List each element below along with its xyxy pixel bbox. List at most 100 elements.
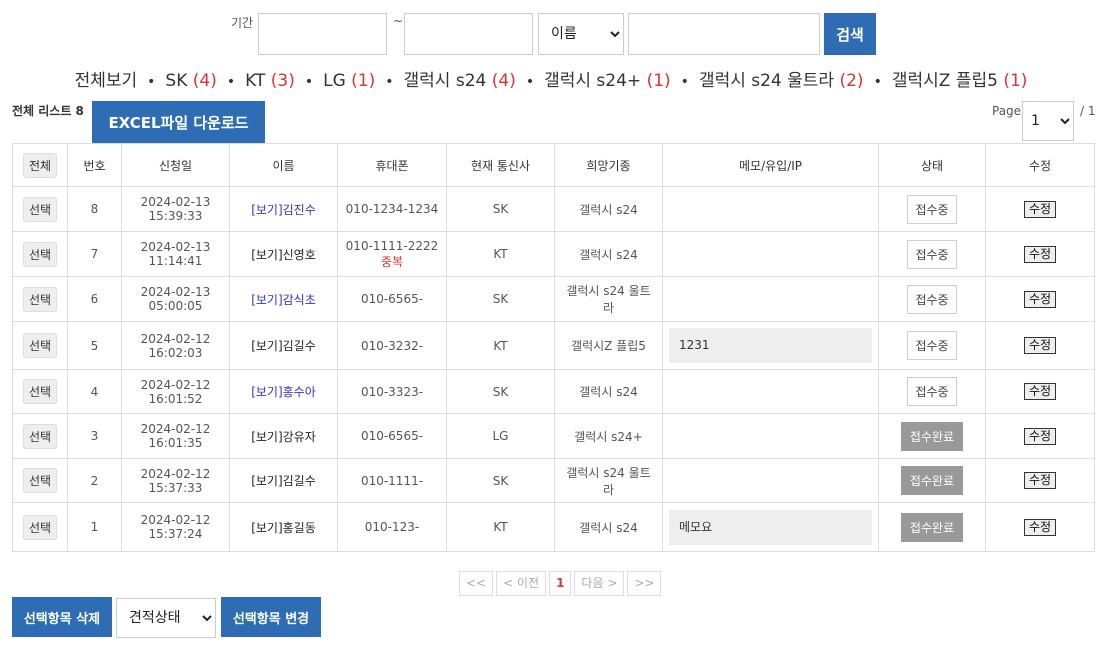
last-page-button[interactable]: >> (627, 571, 662, 596)
model-cell: 갤럭시 s24 울트라 (554, 276, 663, 322)
status-cell: 접수완료 (878, 502, 986, 552)
row-select-button[interactable]: 선택 (22, 379, 58, 404)
edit-button[interactable]: 수정 (1023, 427, 1057, 445)
status-cell: 접수중 (878, 186, 986, 232)
name-link[interactable]: [보기]강유자 (251, 430, 316, 444)
phone-value: 010-1234-1234 (345, 202, 439, 216)
current-page-button[interactable]: 1 (549, 571, 572, 596)
status-cell: 접수중 (878, 276, 986, 322)
edit-button[interactable]: 수정 (1023, 518, 1057, 536)
time-value: 05:00:05 (148, 299, 203, 313)
date-value: 2024-02-12 (140, 466, 211, 481)
edit-button[interactable]: 수정 (1023, 200, 1057, 218)
edit-button[interactable]: 수정 (1023, 337, 1057, 354)
select-all-button[interactable]: 전체 (22, 152, 58, 178)
select-cell: 선택 (12, 369, 68, 414)
name-link[interactable]: [보기]김진수 (251, 203, 316, 217)
filter-label: 갤럭시 s24 울트라 (698, 71, 835, 91)
table-row: 선택 6 2024-02-13 05:00:05 [보기]감식초 010-6565- SK 갤… (12, 276, 1095, 322)
row-select-button[interactable]: 선택 (22, 468, 58, 493)
filter-link[interactable]: LG (1) (323, 71, 375, 91)
row-select-button[interactable]: 선택 (22, 196, 58, 222)
filter-count: (4) (192, 71, 217, 91)
edit-button[interactable]: 수정 (1023, 472, 1057, 489)
status-cell: 접수중 (878, 321, 986, 370)
model-value: 갤럭시Z 플립5 (571, 339, 646, 353)
end-date-input[interactable] (404, 13, 533, 55)
row-select-button[interactable]: 선택 (22, 286, 58, 312)
phone-cell: 010-3232- (337, 321, 447, 370)
row-select-button[interactable]: 선택 (22, 423, 58, 449)
search-button[interactable]: 검색 (824, 13, 876, 55)
filter-link[interactable]: 갤럭시Z 플립5 (1) (892, 71, 1028, 91)
select-cell: 선택 (12, 413, 68, 459)
filter-separator: • (147, 74, 156, 90)
memo-cell (662, 186, 879, 232)
name-link[interactable]: [보기]홍수아 (251, 385, 316, 399)
name-link[interactable]: [보기]홍길동 (251, 521, 316, 535)
select-cell: 선택 (12, 276, 68, 322)
row-select-button[interactable]: 선택 (22, 333, 58, 358)
range-tilde: ~ (393, 14, 404, 28)
filter-separator: • (385, 74, 394, 90)
search-keyword-input[interactable] (628, 13, 820, 55)
next-page-button[interactable]: 다음 > (574, 571, 625, 596)
edit-button[interactable]: 수정 (1023, 383, 1057, 400)
filter-link[interactable]: SK (4) (165, 71, 216, 91)
prev-page-button[interactable]: < 이전 (496, 571, 547, 596)
delete-selected-button[interactable]: 선택항목 삭제 (12, 597, 112, 637)
status-pending-button[interactable]: 접수중 (907, 239, 957, 269)
status-done-button[interactable]: 접수완료 (900, 512, 964, 542)
application-table: 전체 번호 신청일 이름 휴대폰 현재 통신사 희망기종 메모/유입/IP 상태… (12, 143, 1095, 552)
status-select[interactable]: 견적상태 (116, 598, 216, 638)
edit-button[interactable]: 수정 (1023, 245, 1057, 263)
search-field-select[interactable]: 이름 (538, 13, 624, 55)
filter-link[interactable]: 전체보기 (75, 71, 138, 91)
name-link[interactable]: [보기]신영호 (251, 248, 316, 262)
status-done-button[interactable]: 접수완료 (900, 421, 964, 451)
filter-label: 갤럭시 s24+ (544, 71, 642, 91)
page-select[interactable]: 1 (1022, 101, 1074, 141)
edit-button[interactable]: 수정 (1023, 290, 1057, 308)
model-value: 갤럭시 s24 (579, 202, 638, 217)
select-cell: 선택 (12, 231, 68, 277)
status-pending-button[interactable]: 접수중 (907, 377, 957, 406)
row-select-button[interactable]: 선택 (22, 514, 58, 540)
time-value: 11:14:41 (148, 254, 203, 268)
edit-cell: 수정 (985, 186, 1095, 232)
status-pending-button[interactable]: 접수중 (907, 194, 957, 224)
name-link[interactable]: [보기]김길수 (251, 339, 316, 353)
status-pending-button[interactable]: 접수중 (907, 284, 957, 314)
filter-link[interactable]: 갤럭시 s24+ (1) (544, 71, 671, 91)
memo-cell (662, 369, 879, 414)
carrier-cell: LG (446, 413, 555, 459)
time-value: 15:39:33 (148, 209, 203, 223)
filter-link[interactable]: 갤럭시 s24 (4) (404, 71, 516, 91)
first-page-button[interactable]: << (459, 571, 494, 596)
date-value: 2024-02-12 (140, 377, 211, 392)
excel-download-button[interactable]: EXCEL파일 다운로드 (92, 101, 265, 143)
row-select-button[interactable]: 선택 (22, 241, 58, 267)
date-cell: 2024-02-12 16:01:52 (121, 369, 230, 414)
phone-cell: 010-1111- (337, 458, 447, 503)
name-cell: [보기]신영호 (229, 231, 338, 277)
no-cell: 1 (67, 502, 122, 552)
col-header-edit: 수정 (985, 143, 1095, 187)
name-link[interactable]: [보기]감식초 (251, 293, 316, 307)
status-pending-button[interactable]: 접수중 (907, 331, 957, 360)
change-selected-button[interactable]: 선택항목 변경 (221, 597, 321, 637)
carrier-cell: SK (446, 276, 555, 322)
filter-count: (1) (351, 71, 376, 91)
status-done-button[interactable]: 접수완료 (900, 466, 964, 495)
name-link[interactable]: [보기]김길수 (251, 474, 316, 488)
col-header-memo: 메모/유입/IP (662, 143, 879, 187)
name-cell: [보기]김길수 (229, 458, 338, 503)
filter-link[interactable]: 갤럭시 s24 울트라 (2) (699, 71, 864, 91)
filter-link[interactable]: KT (3) (245, 71, 295, 91)
memo-cell (662, 458, 879, 503)
time-value: 15:37:33 (148, 480, 203, 495)
start-date-input[interactable] (258, 13, 387, 55)
phone-cell: 010-1111-2222 중복 (337, 231, 447, 277)
model-value: 갤럭시 s24+ (574, 429, 643, 444)
select-cell: 선택 (12, 502, 68, 552)
